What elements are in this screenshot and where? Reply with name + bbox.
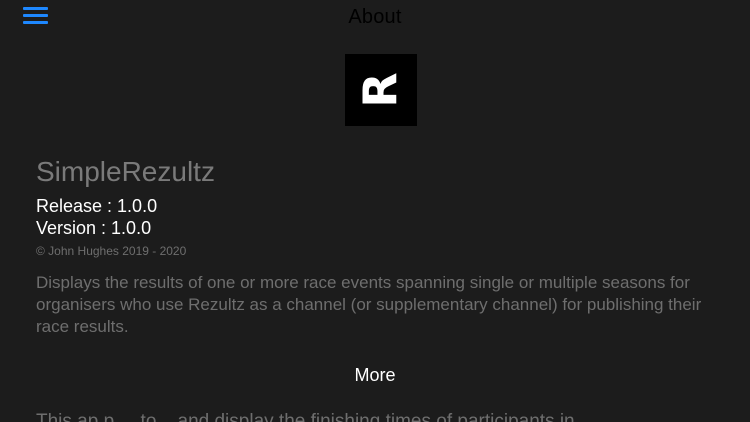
release-text: Release : 1.0.0: [36, 196, 158, 216]
logo-letter: R: [353, 72, 408, 108]
app-description: Displays the results of one or more race…: [36, 273, 702, 336]
more-button[interactable]: More: [0, 365, 750, 386]
app-name: SimpleRezultz: [36, 156, 215, 187]
copyright-text: © John Hughes 2019 - 2020: [36, 244, 187, 258]
version-text: Version : 1.0.0: [36, 218, 152, 238]
page-title: About: [348, 6, 402, 28]
app-logo: R: [345, 54, 417, 126]
footer-partial-text: This ap p ... to... and display the fini…: [36, 411, 591, 422]
about-screen: About R SimpleRezultz Release : 1.0.0 Ve…: [0, 0, 750, 422]
